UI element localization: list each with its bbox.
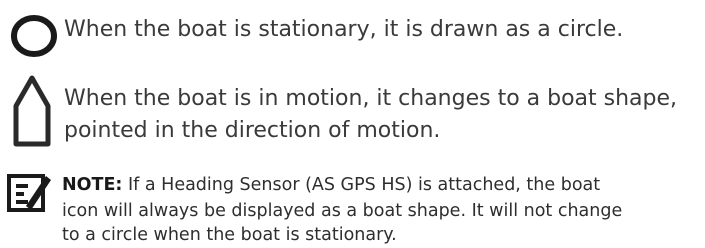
boat-shape-icon: [13, 75, 51, 147]
note-text-line-2: icon will always be displayed as a boat …: [62, 201, 623, 221]
note-text-line-3: to a circle when the boat is stationary.: [62, 225, 397, 245]
motion-text-line-1: When the boat is in motion, it changes t…: [64, 86, 678, 111]
note-pencil-icon: [7, 174, 51, 212]
note-label: NOTE:: [62, 175, 123, 195]
note-line-1-text: If a Heading Sensor (AS GPS HS) is attac…: [122, 175, 601, 195]
motion-text-line-2: pointed in the direction of motion.: [64, 118, 441, 143]
stationary-text: When the boat is stationary, it is drawn…: [64, 17, 624, 42]
circle-boat-icon: [11, 15, 57, 57]
note-text-line-1: NOTE: If a Heading Sensor (AS GPS HS) is…: [62, 172, 600, 198]
